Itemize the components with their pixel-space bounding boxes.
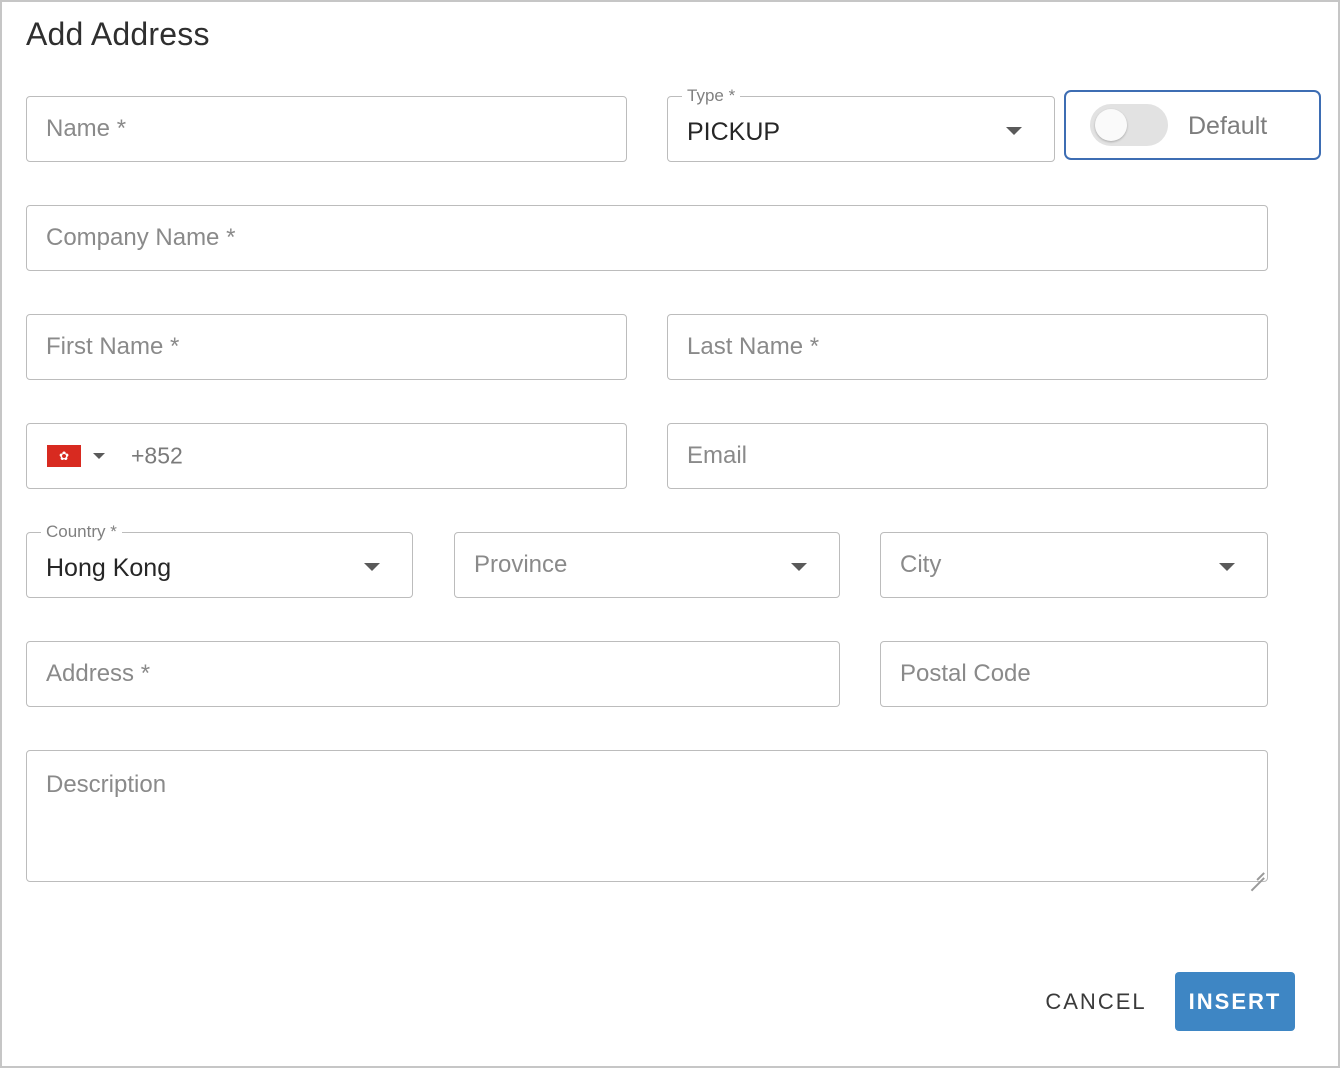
country-label: Country * (41, 522, 122, 542)
dialog-title: Add Address (26, 16, 210, 52)
first-name-input[interactable]: First Name * (26, 314, 627, 380)
email-input[interactable]: Email (667, 423, 1268, 489)
company-name-input[interactable]: Company Name * (26, 205, 1268, 271)
cancel-button[interactable]: CANCEL (1028, 974, 1164, 1030)
chevron-down-icon (1006, 127, 1022, 135)
last-name-input[interactable]: Last Name * (667, 314, 1268, 380)
type-label: Type * (682, 86, 741, 106)
hong-kong-flag-icon[interactable]: ✿ (47, 445, 81, 467)
last-name-placeholder: Last Name * (687, 333, 820, 360)
insert-button[interactable]: INSERT (1175, 972, 1295, 1031)
phone-input[interactable]: ✿ +852 (26, 423, 627, 489)
first-name-placeholder: First Name * (46, 333, 180, 360)
name-input[interactable]: Name * (26, 96, 627, 162)
country-value: Hong Kong (46, 554, 172, 582)
postal-code-placeholder: Postal Code (900, 660, 1031, 687)
email-placeholder: Email (687, 442, 748, 469)
toggle-knob (1095, 109, 1127, 141)
phone-country-code: +852 (131, 442, 183, 469)
province-placeholder: Province (474, 551, 568, 578)
chevron-down-icon (364, 563, 380, 571)
resize-handle-icon[interactable] (1251, 865, 1265, 879)
chevron-down-icon[interactable] (93, 453, 105, 459)
city-select[interactable]: City (880, 532, 1268, 598)
type-select[interactable]: Type * PICKUP (667, 86, 1055, 162)
country-select[interactable]: Country * Hong Kong (26, 522, 413, 598)
company-name-placeholder: Company Name * (46, 224, 236, 251)
address-placeholder: Address * (46, 660, 151, 687)
address-input[interactable]: Address * (26, 641, 840, 707)
description-textarea[interactable]: Description (26, 750, 1268, 882)
chevron-down-icon (791, 563, 807, 571)
description-placeholder: Description (46, 771, 167, 798)
postal-code-input[interactable]: Postal Code (880, 641, 1268, 707)
default-toggle[interactable]: Default (1064, 90, 1321, 160)
name-placeholder: Name * (46, 115, 127, 142)
type-value: PICKUP (687, 118, 781, 146)
default-label: Default (1188, 112, 1268, 140)
city-placeholder: City (900, 551, 942, 578)
add-address-dialog: Add Address Name * Type * PICKUP Default… (0, 0, 1340, 1068)
chevron-down-icon (1219, 563, 1235, 571)
province-select[interactable]: Province (454, 532, 840, 598)
toggle-switch[interactable] (1090, 104, 1168, 146)
